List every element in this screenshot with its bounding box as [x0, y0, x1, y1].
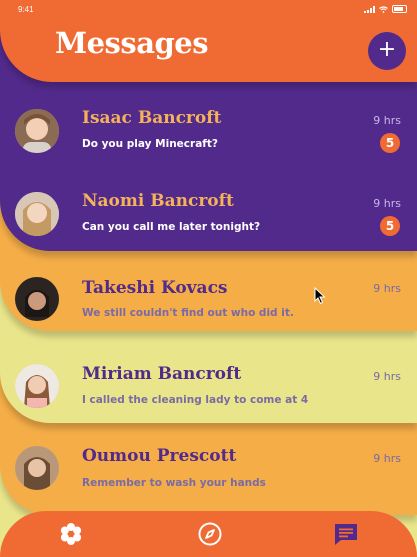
- contact-name: Miriam Bancroft: [82, 364, 242, 384]
- timestamp: 9 hrs: [373, 114, 401, 127]
- messages-icon[interactable]: [333, 521, 359, 547]
- chat-item-oumou-prescott[interactable]: Oumou Prescott Remember to wash your han…: [0, 425, 417, 509]
- message-preview: We still couldn't find out who did it.: [82, 307, 294, 319]
- chat-item-isaac-bancroft[interactable]: Isaac Bancroft Do you play Minecraft? 9 …: [0, 90, 417, 174]
- timestamp: 9 hrs: [373, 282, 401, 295]
- timestamp: 9 hrs: [373, 197, 401, 210]
- message-preview: Do you play Minecraft?: [82, 138, 218, 150]
- timestamp: 9 hrs: [373, 370, 401, 383]
- bottom-nav: [0, 511, 417, 557]
- chat-item-takeshi-kovacs[interactable]: Takeshi Kovacs We still couldn't find ou…: [0, 257, 417, 341]
- battery-icon: [392, 5, 407, 13]
- avatar: [15, 446, 59, 490]
- timestamp: 9 hrs: [373, 452, 401, 465]
- signal-icon: [364, 5, 375, 13]
- settings-icon[interactable]: [58, 521, 84, 547]
- chat-item-naomi-bancroft[interactable]: Naomi Bancroft Can you call me later ton…: [0, 173, 417, 257]
- avatar: [15, 192, 59, 236]
- avatar: [15, 364, 59, 408]
- chat-item-miriam-bancroft[interactable]: Miriam Bancroft I called the cleaning la…: [0, 343, 417, 427]
- avatar: [15, 277, 59, 321]
- status-bar: 9:41: [0, 0, 417, 20]
- explore-icon[interactable]: [197, 521, 223, 547]
- message-preview: Remember to wash your hands: [82, 477, 266, 489]
- contact-name: Naomi Bancroft: [82, 191, 234, 211]
- message-preview: I called the cleaning lady to come at 4: [82, 394, 309, 406]
- contact-name: Oumou Prescott: [82, 446, 237, 466]
- message-preview: Can you call me later tonight?: [82, 221, 261, 233]
- page-title: Messages: [55, 26, 209, 60]
- mouse-cursor-icon: [314, 287, 326, 305]
- avatar: [15, 109, 59, 153]
- compose-button[interactable]: +: [368, 32, 406, 70]
- wifi-icon: [379, 5, 388, 13]
- status-icons: [364, 5, 407, 13]
- unread-badge: 5: [380, 133, 400, 153]
- contact-name: Isaac Bancroft: [82, 108, 222, 128]
- status-time: 9:41: [18, 5, 34, 14]
- contact-name: Takeshi Kovacs: [82, 278, 228, 298]
- unread-badge: 5: [380, 216, 400, 236]
